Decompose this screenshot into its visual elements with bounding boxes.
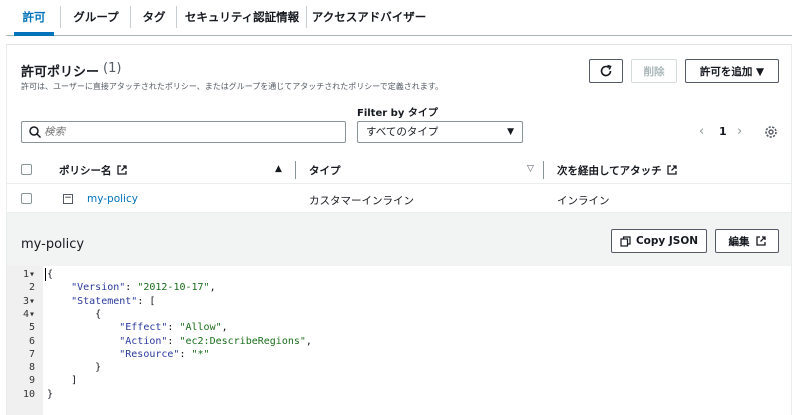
column-header-type[interactable]: タイプ xyxy=(309,163,341,178)
tab-divider xyxy=(306,6,307,28)
tab-groups[interactable]: グループ xyxy=(64,0,128,34)
tab-divider xyxy=(130,6,131,28)
tab-security-credentials[interactable]: セキュリティ認証情報 xyxy=(180,0,304,34)
code-line: "Version": "2012-10-17", xyxy=(71,282,216,294)
line-number: 4▾ xyxy=(22,308,35,320)
type-filter-value: すべてのタイプ xyxy=(366,126,439,138)
policy-count: (1) xyxy=(103,61,122,76)
tab-permissions[interactable]: 許可 xyxy=(14,0,54,34)
add-permissions-button[interactable]: 許可を追加 ▼ xyxy=(685,59,779,83)
line-number: 8 xyxy=(28,362,35,374)
collapse-row-icon[interactable]: − xyxy=(63,194,73,204)
delete-button[interactable]: 削除 xyxy=(631,59,677,83)
code-line: { xyxy=(47,308,102,320)
refresh-button[interactable] xyxy=(589,59,623,83)
previous-page-icon[interactable]: ‹ xyxy=(699,124,704,139)
code-line: { xyxy=(47,269,54,280)
page-number[interactable]: 1 xyxy=(719,125,727,138)
external-link-icon xyxy=(755,236,766,246)
external-link-icon xyxy=(117,165,127,175)
line-number: 3▾ xyxy=(22,295,35,307)
gear-icon[interactable] xyxy=(763,124,779,140)
line-number: 7 xyxy=(28,348,35,360)
external-link-icon xyxy=(667,165,677,175)
next-page-icon[interactable]: › xyxy=(737,124,742,139)
code-line: } xyxy=(47,362,102,374)
search-icon xyxy=(29,126,42,139)
row-checkbox[interactable] xyxy=(21,193,32,204)
column-header-attached-via[interactable]: 次を経由してアタッチ xyxy=(557,163,677,178)
column-header-policy-name[interactable]: ポリシー名 xyxy=(59,163,127,178)
copy-icon xyxy=(620,235,631,247)
refresh-icon xyxy=(600,64,612,77)
tab-divider xyxy=(176,6,177,28)
search-input[interactable] xyxy=(44,124,334,140)
text-cursor xyxy=(45,268,46,281)
code-line: "Statement": [ xyxy=(71,295,156,307)
copy-json-button[interactable]: Copy JSON xyxy=(611,229,707,253)
code-line: "Resource": "*" xyxy=(119,348,210,360)
line-number: 6 xyxy=(28,335,35,347)
sort-ascending-icon[interactable]: ▲ xyxy=(275,164,282,174)
line-number: 1▾ xyxy=(22,269,35,280)
column-divider xyxy=(543,161,544,179)
line-number: 10 xyxy=(22,388,35,400)
search-box xyxy=(21,121,346,143)
line-number: 2 xyxy=(28,282,35,294)
code-line: "Effect": "Allow", xyxy=(119,322,228,334)
caret-down-icon: ▼ xyxy=(507,127,514,137)
tab-access-advisor[interactable]: アクセスアドバイザー xyxy=(310,0,428,34)
type-filter-select[interactable]: すべてのタイプ ▼ xyxy=(357,121,523,143)
line-number: 9 xyxy=(28,375,35,387)
panel-title: 許可ポリシー xyxy=(21,65,100,80)
table-row: my-policy カスタマーインライン インライン xyxy=(7,185,791,213)
line-number: 5 xyxy=(28,322,35,334)
code-line: ] xyxy=(47,375,78,387)
tab-bar: 許可 グループ タグ セキュリティ認証情報 アクセスアドバイザー xyxy=(6,0,792,36)
attached-via-cell: インライン xyxy=(557,195,610,207)
policy-detail-title: my-policy xyxy=(21,237,85,252)
column-divider xyxy=(295,161,296,179)
filter-type-label: Filter by タイプ xyxy=(357,108,438,119)
table-header: ポリシー名 ▲ タイプ ▽ 次を経由してアタッチ xyxy=(7,156,791,184)
tab-tags[interactable]: タグ xyxy=(134,0,174,34)
edit-policy-button[interactable]: 編集 xyxy=(715,229,779,253)
sort-toggle-icon[interactable]: ▽ xyxy=(527,164,534,174)
select-all-checkbox[interactable] xyxy=(21,164,32,175)
policy-detail: my-policy Copy JSON 編集 1▾ {2 "Version": "… xyxy=(7,213,791,415)
policy-name-link[interactable]: my-policy xyxy=(87,193,138,205)
code-line: } xyxy=(47,388,54,400)
json-editor[interactable]: 1▾ {2 "Version": "2012-10-17", 3▾ "Stateme… xyxy=(7,266,791,415)
permissions-policies-panel: 許可ポリシー (1) 許可は、ユーザーに直接アタッチされたポリシー、またはグルー… xyxy=(6,44,792,415)
tab-divider xyxy=(60,6,61,28)
policy-type-cell: カスタマーインライン xyxy=(309,195,414,207)
active-tab-indicator xyxy=(14,32,54,36)
code-line: "Action": "ec2:DescribeRegions", xyxy=(119,335,312,347)
panel-description: 許可は、ユーザーに直接アタッチされたポリシー、またはグループを通じてアタッチされ… xyxy=(21,82,443,91)
